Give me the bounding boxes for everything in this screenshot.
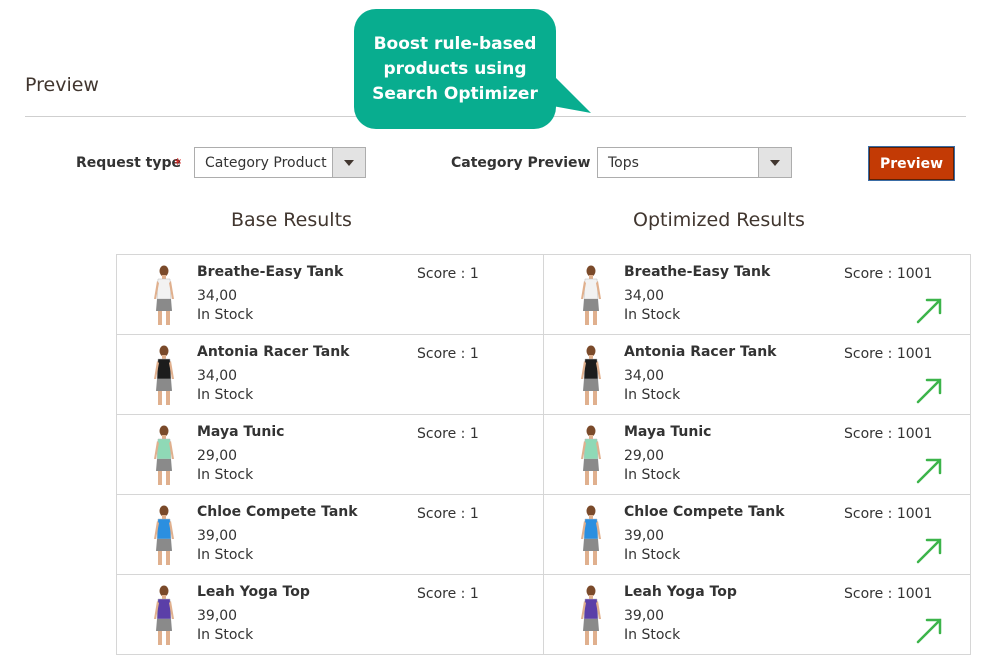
stock-status: In Stock (197, 387, 254, 403)
score-value: Score : 1 (417, 346, 479, 362)
score-value: Score : 1 (417, 426, 479, 442)
product-price: 39,00 (624, 608, 665, 624)
result-row: Antonia Racer Tank 34,00 In Stock Score : 1… (544, 335, 970, 415)
product-name[interactable]: Antonia Racer Tank (624, 344, 776, 360)
category-preview-value: Tops (608, 155, 639, 171)
result-row: Breathe-Easy Tank 34,00 In Stock Score : 10… (544, 255, 970, 335)
score-value: Score : 1 (417, 266, 479, 282)
product-name[interactable]: Antonia Racer Tank (197, 344, 349, 360)
result-row: Maya Tunic 29,00 In Stock Score : 1 (117, 415, 543, 495)
arrow-up-right-icon (916, 618, 942, 644)
score-value: Score : 1001 (844, 426, 933, 442)
product-name[interactable]: Breathe-Easy Tank (197, 264, 343, 280)
product-thumbnail (581, 345, 601, 405)
result-row: Leah Yoga Top 39,00 In Stock Score : 1001 (544, 575, 970, 655)
product-price: 34,00 (624, 368, 665, 384)
product-thumbnail (581, 505, 601, 565)
product-name[interactable]: Maya Tunic (197, 424, 284, 440)
result-row: Maya Tunic 29,00 In Stock Score : 1001 (544, 415, 970, 495)
stock-status: In Stock (624, 387, 681, 403)
product-name[interactable]: Leah Yoga Top (197, 584, 310, 600)
callout-bubble: Boost rule-based products using Search O… (354, 9, 556, 129)
stock-status: In Stock (624, 547, 681, 563)
product-price: 39,00 (197, 528, 238, 544)
caret-down-icon[interactable] (758, 148, 791, 177)
product-price: 39,00 (197, 608, 238, 624)
result-row: Leah Yoga Top 39,00 In Stock Score : 1 (117, 575, 543, 655)
product-price: 34,00 (624, 288, 665, 304)
product-thumbnail (581, 585, 601, 645)
product-thumbnail (154, 585, 174, 645)
score-value: Score : 1001 (844, 346, 933, 362)
product-name[interactable]: Maya Tunic (624, 424, 711, 440)
callout-line-3: Search Optimizer (372, 83, 538, 104)
product-price: 34,00 (197, 288, 238, 304)
request-type-select[interactable]: Category Product (194, 147, 366, 178)
product-thumbnail (154, 265, 174, 325)
product-price: 29,00 (624, 448, 665, 464)
product-name[interactable]: Leah Yoga Top (624, 584, 737, 600)
optimized-results-title: Optimized Results (633, 209, 805, 231)
score-value: Score : 1001 (844, 506, 933, 522)
stock-status: In Stock (624, 627, 681, 643)
preview-button[interactable]: Preview (868, 146, 955, 181)
product-name[interactable]: Chloe Compete Tank (624, 504, 785, 520)
product-price: 34,00 (197, 368, 238, 384)
category-preview-select[interactable]: Tops (597, 147, 792, 178)
stock-status: In Stock (197, 467, 254, 483)
result-row: Antonia Racer Tank 34,00 In Stock Score : 1 (117, 335, 543, 415)
stock-status: In Stock (197, 307, 254, 323)
section-title: Preview (25, 74, 99, 96)
product-thumbnail (581, 265, 601, 325)
stock-status: In Stock (197, 547, 254, 563)
score-value: Score : 1001 (844, 586, 933, 602)
stock-status: In Stock (624, 307, 681, 323)
stock-status: In Stock (197, 627, 254, 643)
request-type-label: Request type (76, 155, 181, 171)
product-price: 39,00 (624, 528, 665, 544)
product-name[interactable]: Breathe-Easy Tank (624, 264, 770, 280)
product-thumbnail (154, 425, 174, 485)
result-row: Chloe Compete Tank 39,00 In Stock Score : 1… (544, 495, 970, 575)
category-preview-label: Category Preview (451, 155, 591, 171)
result-row: Chloe Compete Tank 39,00 In Stock Score : 1 (117, 495, 543, 575)
stock-status: In Stock (624, 467, 681, 483)
callout-line-1: Boost rule-based (373, 33, 537, 54)
base-results-title: Base Results (231, 209, 352, 231)
product-thumbnail (154, 345, 174, 405)
score-value: Score : 1 (417, 506, 479, 522)
required-mark: * (174, 155, 182, 173)
arrow-up-right-icon (916, 298, 942, 324)
product-price: 29,00 (197, 448, 238, 464)
arrow-up-right-icon (916, 378, 942, 404)
arrow-up-right-icon (916, 458, 942, 484)
score-value: Score : 1 (417, 586, 479, 602)
product-thumbnail (581, 425, 601, 485)
product-name[interactable]: Chloe Compete Tank (197, 504, 358, 520)
request-type-value: Category Product (205, 155, 327, 171)
optimized-results-list: Breathe-Easy Tank 34,00 In Stock Score : 10… (543, 254, 971, 655)
caret-down-icon[interactable] (332, 148, 365, 177)
arrow-up-right-icon (916, 538, 942, 564)
product-thumbnail (154, 505, 174, 565)
score-value: Score : 1001 (844, 266, 933, 282)
result-row: Breathe-Easy Tank 34,00 In Stock Score : 1 (117, 255, 543, 335)
base-results-list: Breathe-Easy Tank 34,00 In Stock Score : 1A… (116, 254, 544, 655)
callout-line-2: products using (383, 58, 527, 79)
